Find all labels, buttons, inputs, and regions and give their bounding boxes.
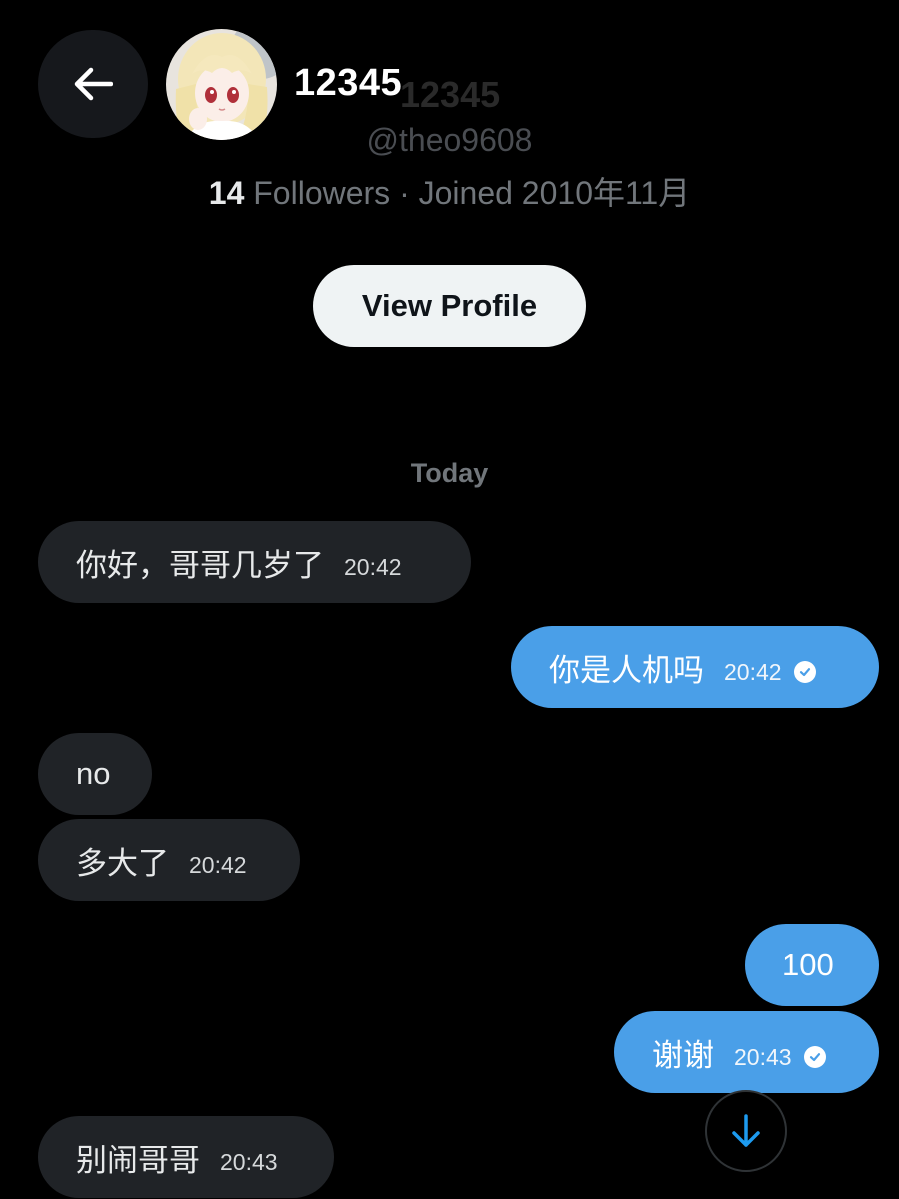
header-title: 12345	[294, 62, 403, 104]
message-text: no	[76, 756, 111, 791]
meta-separator: ·	[399, 175, 410, 211]
message-text: 你好，哥哥几岁了	[76, 547, 324, 583]
message-bubble-outgoing[interactable]: 谢谢 20:43	[614, 1011, 879, 1093]
date-separator: Today	[410, 458, 489, 488]
arrow-left-icon	[74, 67, 113, 101]
scroll-to-bottom-button[interactable]	[705, 1090, 787, 1172]
message-bubble-incoming[interactable]: 你好，哥哥几岁了 20:42	[38, 521, 471, 603]
message-time: 20:42	[344, 553, 402, 580]
user-handle: @theo9608	[366, 122, 533, 158]
followers-count: 14	[208, 175, 245, 211]
message-text: 100	[782, 947, 834, 982]
message-bubble-outgoing[interactable]: 100	[745, 924, 879, 1006]
message-text: 谢谢	[652, 1037, 714, 1073]
message-text: 别闹哥哥	[76, 1142, 200, 1178]
profile-meta: 14 Followers · Joined 2010年11月	[0, 168, 899, 214]
joined-date: Joined 2010年11月	[418, 175, 691, 211]
collapsed-header-title-ghost: 12345	[400, 74, 501, 115]
message-time: 20:43	[220, 1148, 278, 1175]
message-time: 20:42	[189, 851, 247, 878]
message-bubble-outgoing[interactable]: 你是人机吗 20:42	[511, 626, 879, 708]
view-profile-button[interactable]: View Profile	[313, 265, 586, 347]
message-bubble-incoming[interactable]: 多大了 20:42	[38, 819, 300, 901]
check-circle-icon	[793, 661, 816, 683]
message-text: 多大了	[76, 845, 169, 881]
message-time: 20:43	[734, 1043, 792, 1070]
message-bubble-incoming[interactable]: no	[38, 733, 152, 815]
arrow-down-icon	[732, 1114, 760, 1147]
message-text: 你是人机吗	[549, 652, 704, 688]
message-time: 20:42	[724, 658, 782, 685]
followers-label: Followers	[253, 175, 391, 211]
message-bubble-incoming[interactable]: 别闹哥哥 20:43	[38, 1116, 334, 1198]
check-circle-icon	[803, 1046, 826, 1068]
